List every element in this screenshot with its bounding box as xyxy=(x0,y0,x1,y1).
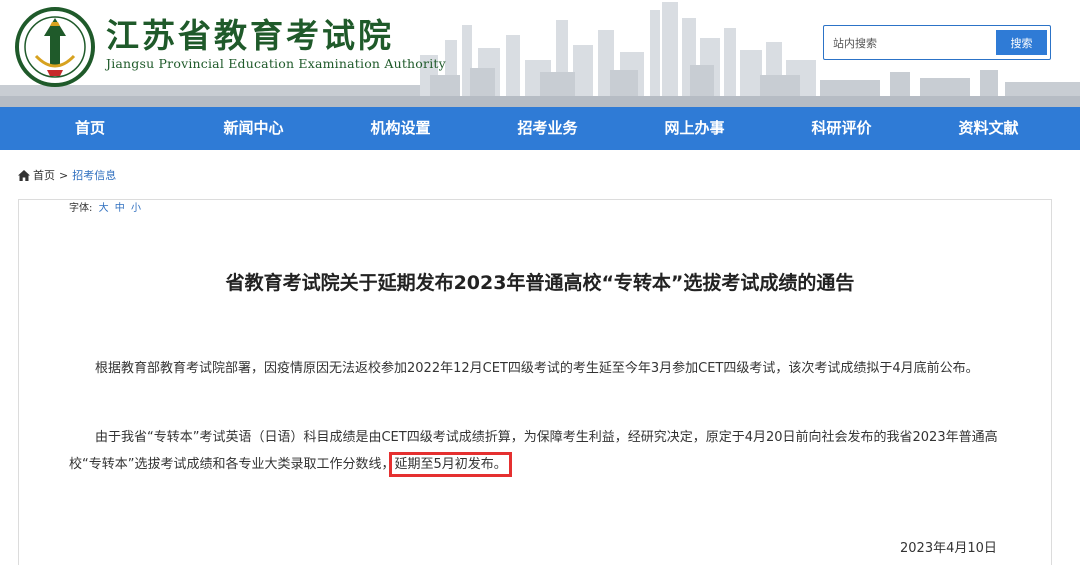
site-subtitle: Jiangsu Provincial Education Examination… xyxy=(106,56,446,71)
article-title: 省教育考试院关于延期发布2023年普通高校“专转本”选拔考试成绩的通告 xyxy=(225,272,855,294)
breadcrumb-home[interactable]: 首页 xyxy=(33,167,55,183)
search-input[interactable] xyxy=(833,33,993,53)
search-button[interactable]: 搜索 xyxy=(996,30,1047,55)
article-date: 2023年4月10日 xyxy=(900,541,997,556)
font-size-medium[interactable]: 中 xyxy=(115,203,125,214)
nav-item-organization[interactable]: 机构设置 xyxy=(327,107,474,150)
breadcrumb: 首页 > 招考信息 xyxy=(18,167,116,183)
article-paragraph-1: 根据教育部教育考试院部署，因疫情原因无法返校参加2022年12月CET四级考试的… xyxy=(95,361,979,376)
nav-item-home[interactable]: 首页 xyxy=(0,107,180,150)
nav-item-documents[interactable]: 资料文献 xyxy=(915,107,1062,150)
nav-item-news[interactable]: 新闻中心 xyxy=(180,107,327,150)
site-title: 江苏省教育考试院 xyxy=(106,16,394,55)
article-panel xyxy=(18,199,1052,565)
main-nav: 首页 新闻中心 机构设置 招考业务 网上办事 科研评价 资料文献 xyxy=(0,107,1080,150)
highlighted-delay-notice: 延期至5月初发布。 xyxy=(389,452,512,477)
font-size-large[interactable]: 大 xyxy=(99,203,109,214)
home-icon xyxy=(18,169,30,181)
breadcrumb-current[interactable]: 招考信息 xyxy=(72,167,116,183)
font-size-label: 字体: xyxy=(69,203,93,214)
font-size-small[interactable]: 小 xyxy=(131,203,141,214)
nav-item-research[interactable]: 科研评价 xyxy=(768,107,915,150)
nav-item-admissions[interactable]: 招考业务 xyxy=(474,107,621,150)
site-header: 江苏省教育考试院 Jiangsu Provincial Education Ex… xyxy=(0,0,1080,107)
paragraph-2-text: 由于我省“专转本”考试英语（日语）科目成绩是由CET四级考试成绩折算，为保障考生… xyxy=(69,430,998,472)
nav-item-online-services[interactable]: 网上办事 xyxy=(621,107,768,150)
article-paragraph-2: 由于我省“专转本”考试英语（日语）科目成绩是由CET四级考试成绩折算，为保障考生… xyxy=(69,424,1004,478)
jseea-emblem-icon xyxy=(15,7,95,87)
search-box: 搜索 xyxy=(823,25,1051,60)
font-size-selector: 字体: 大 中 小 xyxy=(69,199,141,214)
breadcrumb-separator: > xyxy=(59,168,69,182)
